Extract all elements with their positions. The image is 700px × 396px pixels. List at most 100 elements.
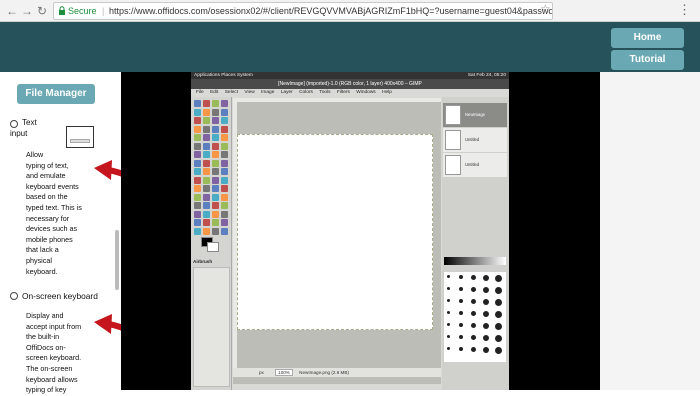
gimp-tool-icon[interactable] (212, 210, 219, 218)
bg-color-swatch[interactable] (207, 242, 219, 252)
gimp-window[interactable]: Applications Places System Sat Feb 24, 0… (191, 72, 509, 390)
gimp-tool-icon[interactable] (194, 168, 201, 175)
brush-preset-icon[interactable] (447, 335, 450, 338)
gimp-tool-icon[interactable] (221, 219, 228, 226)
zoom-select[interactable]: 100% (275, 369, 293, 376)
gimp-tool-icon[interactable] (221, 100, 228, 107)
gimp-tool-icon[interactable] (212, 125, 219, 133)
brush-preset-icon[interactable] (495, 347, 502, 354)
menu-colors[interactable]: Colors (299, 90, 313, 95)
brush-preset-icon[interactable] (495, 299, 502, 306)
gimp-tool-icon[interactable] (212, 219, 219, 226)
gimp-tool-icon[interactable] (194, 142, 201, 150)
gradient-swatch[interactable] (444, 257, 506, 265)
menu-tools[interactable]: Tools (319, 90, 330, 95)
gimp-tool-icon[interactable] (194, 176, 201, 184)
brush-preset-icon[interactable] (483, 335, 489, 341)
menu-select[interactable]: Select (225, 90, 238, 95)
brush-preset-icon[interactable] (483, 323, 489, 329)
gimp-tool-icon[interactable] (194, 125, 201, 133)
brush-preset-icon[interactable] (447, 287, 450, 290)
home-button[interactable]: Home (611, 28, 684, 48)
brush-preset-icon[interactable] (471, 287, 476, 292)
brushes-panel[interactable] (444, 272, 506, 362)
brush-preset-icon[interactable] (483, 275, 489, 281)
brush-preset-icon[interactable] (459, 275, 463, 279)
gimp-tool-icon[interactable] (212, 193, 219, 201)
brush-preset-icon[interactable] (483, 299, 489, 305)
brush-preset-icon[interactable] (483, 347, 489, 353)
brush-preset-icon[interactable] (459, 347, 463, 351)
gimp-tool-icon[interactable] (203, 108, 210, 116)
gimp-tool-icon[interactable] (212, 151, 219, 158)
gimp-tool-icon[interactable] (203, 219, 210, 226)
gnome-menu[interactable]: Applications Places System (194, 73, 253, 78)
brush-preset-icon[interactable] (459, 311, 463, 315)
brush-preset-icon[interactable] (495, 287, 502, 294)
gimp-tool-icon[interactable] (194, 117, 201, 124)
brush-preset-icon[interactable] (495, 335, 502, 342)
gimp-tool-icon[interactable] (212, 134, 219, 141)
bookmark-star-icon[interactable]: ☆ (540, 2, 551, 16)
brush-preset-icon[interactable] (495, 311, 502, 318)
gimp-tool-icon[interactable] (203, 193, 210, 201)
gimp-tool-icon[interactable] (203, 168, 210, 175)
gimp-tool-icon[interactable] (203, 176, 210, 184)
menu-file[interactable]: File (196, 90, 204, 95)
gimp-tool-icon[interactable] (212, 108, 219, 116)
gimp-tool-icon[interactable] (221, 168, 228, 175)
gimp-tool-icon[interactable] (203, 125, 210, 133)
brush-preset-icon[interactable] (483, 287, 489, 293)
address-bar[interactable]: Secure | https://www.offidocs.com/osessi… (53, 2, 553, 20)
gimp-tool-icon[interactable] (203, 142, 210, 150)
gimp-tool-icon[interactable] (203, 185, 210, 192)
gimp-tool-icon[interactable] (194, 202, 201, 209)
menu-view[interactable]: View (244, 90, 254, 95)
menu-help[interactable]: Help (382, 90, 392, 95)
gimp-tool-icon[interactable] (194, 134, 201, 141)
gimp-tool-icon[interactable] (194, 193, 201, 201)
gimp-tool-icon[interactable] (221, 176, 228, 184)
gimp-tool-icon[interactable] (212, 168, 219, 175)
brush-preset-icon[interactable] (447, 299, 450, 302)
gimp-tool-icon[interactable] (203, 202, 210, 209)
unit-select[interactable]: px (259, 370, 264, 375)
kebab-menu-icon[interactable]: ⋮ (678, 2, 691, 18)
menu-filters[interactable]: Filters (337, 90, 350, 95)
brush-preset-icon[interactable] (459, 335, 463, 339)
gimp-tool-icon[interactable] (212, 100, 219, 107)
gimp-tool-icon[interactable] (212, 159, 219, 167)
gimp-tool-icon[interactable] (221, 193, 228, 201)
layer-row[interactable]: NewImage (443, 103, 507, 127)
gimp-tool-icon[interactable] (203, 227, 210, 235)
gimp-tool-icon[interactable] (221, 125, 228, 133)
gimp-tool-icon[interactable] (194, 159, 201, 167)
gimp-tool-icon[interactable] (212, 176, 219, 184)
tool-options-panel[interactable] (193, 267, 230, 387)
gimp-tool-icon[interactable] (194, 210, 201, 218)
gimp-tool-icon[interactable] (221, 134, 228, 141)
brush-preset-icon[interactable] (483, 311, 489, 317)
brush-preset-icon[interactable] (459, 299, 463, 303)
gimp-tool-icon[interactable] (221, 108, 228, 116)
gimp-tool-icon[interactable] (221, 185, 228, 192)
brush-preset-icon[interactable] (471, 299, 476, 304)
gimp-tool-icon[interactable] (212, 142, 219, 150)
gimp-tool-icon[interactable] (221, 117, 228, 124)
menu-image[interactable]: Image (261, 90, 274, 95)
gimp-tool-icon[interactable] (203, 134, 210, 141)
file-manager-button[interactable]: File Manager (17, 84, 95, 104)
brush-preset-icon[interactable] (471, 275, 476, 280)
gimp-tool-icon[interactable] (194, 185, 201, 192)
layer-row[interactable]: Untitled (443, 153, 507, 177)
brush-preset-icon[interactable] (471, 311, 476, 316)
gimp-tool-icon[interactable] (212, 185, 219, 192)
gimp-tool-icon[interactable] (194, 219, 201, 226)
forward-arrow-icon[interactable]: → (19, 3, 35, 19)
gimp-tool-icon[interactable] (221, 159, 228, 167)
layer-row[interactable]: Untitled (443, 128, 507, 152)
gimp-tool-icon[interactable] (194, 100, 201, 107)
brush-preset-icon[interactable] (495, 275, 502, 282)
gimp-tool-icon[interactable] (212, 227, 219, 235)
sidebar-scrollbar[interactable] (115, 230, 119, 290)
